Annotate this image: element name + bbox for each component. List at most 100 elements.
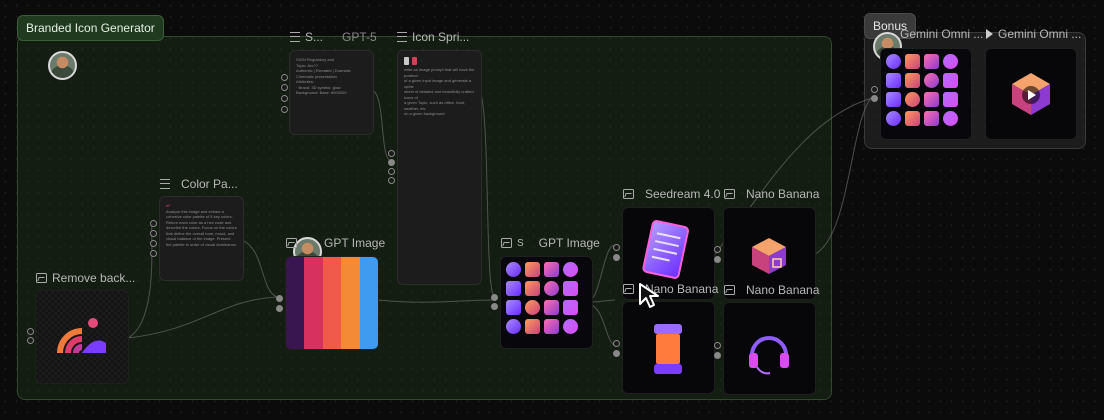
node-label-icon-sprite[interactable]: Icon Spri... (397, 30, 469, 44)
node-nano-banana-headphones[interactable] (723, 302, 816, 395)
icon-sprite-grid (886, 54, 958, 126)
input-port[interactable] (613, 340, 620, 347)
node-label-gpt-image[interactable]: GPT Image (286, 236, 385, 250)
jar-icon (544, 300, 559, 315)
potion-icon (563, 300, 578, 315)
node-gpt-image-icon-sheet[interactable] (500, 256, 593, 349)
pinwheel-icon (525, 300, 540, 315)
cube-video-icon (1012, 73, 1050, 115)
output-port[interactable] (714, 342, 721, 349)
image-icon (724, 189, 735, 199)
palette-swatch (322, 257, 342, 349)
node-label-remove-background[interactable]: Remove back... (36, 271, 135, 285)
input-port[interactable] (276, 295, 283, 302)
shield-icon (886, 111, 901, 126)
node-label-seedream[interactable]: Seedream 4.0 (623, 187, 720, 201)
node-label-gpt-image-sprite[interactable]: S GPT Image (501, 236, 600, 250)
node-remove-background[interactable] (35, 290, 129, 384)
palette-swatch (304, 257, 323, 349)
node-icon-sprite[interactable]: write an image prompt that will have the… (397, 50, 482, 285)
input-port[interactable] (613, 350, 620, 357)
input-port[interactable] (871, 95, 878, 102)
thumbnail-icon (404, 57, 409, 65)
input-port[interactable] (491, 303, 498, 310)
crystal-icon (544, 262, 559, 277)
input-port[interactable] (150, 250, 157, 257)
cube-icon (525, 262, 540, 277)
output-port[interactable] (714, 246, 721, 253)
flask-icon (943, 92, 958, 107)
node-label-color-palette[interactable]: Color Pa... (160, 177, 238, 191)
brand-logo-icon (57, 318, 106, 354)
pinwheel-icon (905, 92, 920, 107)
headphones-icon (563, 262, 578, 277)
text-icon (290, 32, 300, 42)
crown-icon (924, 111, 939, 126)
node-gemini-omni-icon-sheet[interactable] (880, 48, 972, 140)
input-port[interactable] (276, 305, 283, 312)
eye-icon (886, 92, 901, 107)
input-port[interactable] (871, 86, 878, 93)
capsule-icon (654, 324, 682, 374)
input-port[interactable] (388, 177, 395, 184)
potion-icon (943, 73, 958, 88)
ring-icon (924, 73, 939, 88)
input-port[interactable] (150, 220, 157, 227)
flask-icon (525, 319, 540, 334)
image-icon (501, 238, 512, 248)
input-port[interactable] (281, 95, 288, 102)
palette-swatch (341, 257, 360, 349)
image-icon (36, 273, 47, 283)
file-icon (886, 54, 901, 69)
capsule-icon (886, 73, 901, 88)
input-port[interactable] (27, 328, 34, 335)
headphones-icon (749, 336, 789, 375)
input-port[interactable] (281, 84, 288, 91)
input-port[interactable] (613, 254, 620, 261)
gem-icon (563, 319, 578, 334)
palette-swatch (286, 257, 305, 349)
cube-icon (905, 54, 920, 69)
node-nano-banana-capsule[interactable] (622, 301, 715, 394)
shield-icon (506, 319, 521, 334)
output-port[interactable] (714, 352, 721, 359)
node-label-nano-banana[interactable]: Nano Banana (724, 283, 819, 297)
image-icon (623, 284, 634, 294)
input-port[interactable] (388, 159, 395, 166)
node-label-gemini-omni-video[interactable]: Gemini Omni ... (986, 27, 1081, 41)
node-gpt-image-palette[interactable] (285, 256, 379, 350)
input-port[interactable] (491, 294, 498, 301)
thumbnail-icon (412, 57, 417, 65)
input-port[interactable] (388, 168, 395, 175)
video-icon (986, 29, 993, 39)
crown-icon (544, 319, 559, 334)
file-icon (506, 262, 521, 277)
gear-icon (563, 281, 578, 296)
node-label-system-prompt[interactable]: S... GPT-5 (290, 30, 377, 44)
sword-icon (525, 281, 540, 296)
input-port[interactable] (27, 337, 34, 344)
input-port[interactable] (613, 244, 620, 251)
crystal-icon (924, 54, 939, 69)
node-system-prompt[interactable]: SIGN Regulatory and Topic: Arc?? Authent… (289, 50, 374, 135)
image-icon (286, 238, 297, 248)
input-port[interactable] (281, 74, 288, 81)
node-label-gemini-omni[interactable]: Gemini Omni ... (900, 27, 983, 41)
text-icon (160, 179, 170, 189)
input-port[interactable] (388, 150, 395, 157)
node-color-palette[interactable]: #F Analyze this image and extract a cohe… (159, 196, 244, 281)
ring-icon (544, 281, 559, 296)
input-port[interactable] (150, 240, 157, 247)
input-port[interactable] (150, 230, 157, 237)
node-gemini-omni-video[interactable] (985, 48, 1077, 140)
orb-icon (943, 111, 958, 126)
output-port[interactable] (714, 256, 721, 263)
sword-icon (905, 73, 920, 88)
headphones-icon (943, 54, 958, 69)
node-label-nano-banana[interactable]: Nano Banana (724, 187, 819, 201)
text-icon (397, 32, 407, 42)
icon-sprite-grid (506, 262, 578, 334)
gem-icon (905, 111, 920, 126)
mouse-cursor-icon (639, 283, 659, 308)
input-port[interactable] (281, 106, 288, 113)
